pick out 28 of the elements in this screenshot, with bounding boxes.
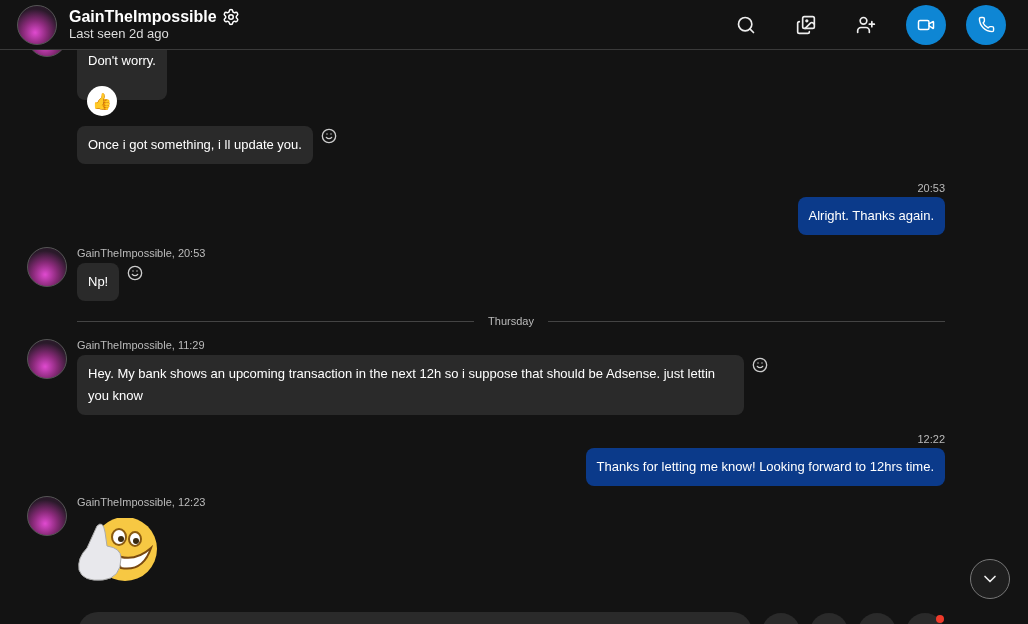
message-bubble: Alright. Thanks again. <box>797 197 945 235</box>
avatar[interactable] <box>17 4 57 45</box>
message-time: 20:53 <box>917 182 945 194</box>
sender-time: GainTheImpossible, 12:23 <box>77 496 206 508</box>
message-time: 12:22 <box>917 433 945 445</box>
smiley-icon[interactable] <box>127 265 144 281</box>
phone-icon <box>977 16 995 33</box>
message-bubble: Thanks for letting me know! Looking forward to 12hrs time. <box>585 448 945 486</box>
sender-time: GainTheImpossible, 20:53 <box>77 247 206 259</box>
avatar <box>27 247 67 287</box>
search-icon <box>736 14 756 35</box>
video-call-button[interactable] <box>906 4 946 45</box>
scroll-down-button[interactable] <box>970 559 1010 599</box>
add-person-icon <box>856 14 876 35</box>
avatar <box>27 496 67 536</box>
message-bubble: Np! <box>77 263 120 301</box>
audio-call-button[interactable] <box>966 4 1006 45</box>
sender-time: GainTheImpossible, 11:29 <box>77 339 205 351</box>
last-seen-status: Last seen 2d ago <box>69 26 170 41</box>
message-bubble: Once i got something, i ll update you. <box>77 126 313 164</box>
date-divider: Thursday <box>488 315 534 327</box>
avatar <box>27 339 67 379</box>
smiley-icon[interactable] <box>752 357 768 373</box>
settings-icon[interactable] <box>221 8 240 26</box>
images-icon <box>796 14 816 35</box>
message-bubble: Hey. My bank shows an upcoming transaction in the next 12h so i suppose that should be Adsense. just lettin you know <box>77 355 744 415</box>
contact-name: GainTheImpossible <box>69 8 217 26</box>
smiley-icon[interactable] <box>320 128 337 144</box>
